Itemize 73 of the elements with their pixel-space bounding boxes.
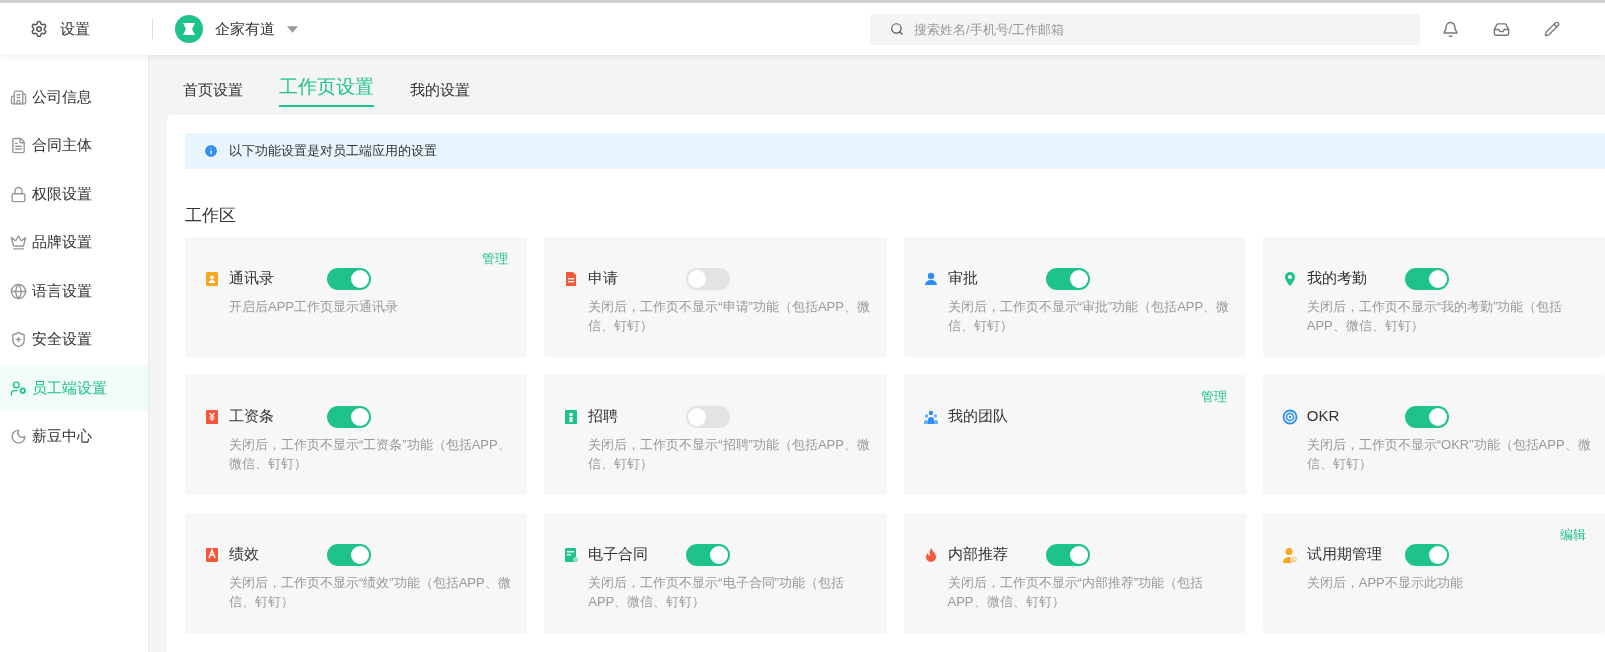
feature-name: 电子合同 bbox=[588, 544, 650, 565]
toggle-switch[interactable] bbox=[327, 267, 371, 290]
toggle-switch[interactable] bbox=[1045, 267, 1090, 290]
document-icon bbox=[10, 137, 27, 154]
feature-description: 关闭后，APP不显示此功能 bbox=[1306, 573, 1464, 592]
badge-person-icon bbox=[563, 408, 580, 425]
company-name[interactable]: 企家有道 bbox=[215, 17, 275, 41]
feature-description: 关闭后，工作页不显示“内部推荐”功能（包括APP、微信、钉钉） bbox=[947, 573, 1205, 611]
tab[interactable]: 我的设置 bbox=[410, 78, 470, 107]
yuan-note-icon bbox=[204, 408, 220, 425]
feature-name: 绩效 bbox=[229, 544, 260, 565]
caret-down-icon[interactable] bbox=[287, 25, 298, 33]
search-field[interactable]: 搜索姓名/手机号/工作邮箱 bbox=[870, 13, 1420, 45]
inbox-icon[interactable] bbox=[1493, 20, 1510, 38]
feature-name: 招聘 bbox=[588, 406, 620, 427]
globe-icon bbox=[10, 282, 27, 300]
edit-icon[interactable] bbox=[1544, 21, 1560, 37]
sidebar-item[interactable]: 语言设置 bbox=[0, 269, 148, 313]
notice-text: 以下功能设置是对员工端应用的设置 bbox=[229, 142, 437, 161]
feature-name: 工资条 bbox=[229, 406, 275, 427]
sidebar-item[interactable]: 公司信息 bbox=[0, 75, 148, 119]
contact-book-icon bbox=[204, 270, 220, 287]
building-icon bbox=[10, 88, 27, 106]
feature-name: 审批 bbox=[947, 268, 979, 289]
shield-icon bbox=[10, 331, 27, 348]
target-icon bbox=[1281, 408, 1298, 425]
person-clock-icon bbox=[1281, 546, 1298, 563]
sidebar-item[interactable]: 品牌设置 bbox=[0, 220, 148, 265]
tab[interactable]: 首页设置 bbox=[183, 78, 243, 107]
toggle-switch[interactable] bbox=[1404, 543, 1449, 566]
feature-description: 关闭后，工作页不显示“绩效”功能（包括APP、微信、钉钉） bbox=[229, 573, 512, 611]
team-icon bbox=[922, 408, 939, 425]
toggle-switch[interactable] bbox=[327, 543, 371, 566]
toggle-switch[interactable] bbox=[686, 543, 731, 566]
person-icon bbox=[922, 270, 939, 287]
feature-description: 关闭后，工作页不显示“我的考勤”功能（包括APP、微信、钉钉） bbox=[1306, 297, 1564, 335]
feature-name: OKR bbox=[1306, 406, 1341, 427]
toggle-switch[interactable] bbox=[1404, 267, 1449, 290]
feature-description: 关闭后，工作页不显示“电子合同”功能（包括APP、微信、钉钉） bbox=[588, 573, 845, 611]
toggle-switch[interactable] bbox=[686, 405, 731, 428]
sidebar-item[interactable]: 薪豆中心 bbox=[0, 414, 148, 459]
feature-description: 关闭后，工作页不显示“工资条”功能（包括APP、微信、钉钉） bbox=[229, 435, 512, 473]
info-icon bbox=[203, 143, 219, 159]
feature-name: 通讯录 bbox=[229, 268, 275, 289]
section-title: 工作区 bbox=[185, 205, 237, 227]
sidebar-item[interactable]: 合同主体 bbox=[0, 123, 148, 168]
feature-name: 申请 bbox=[588, 268, 620, 289]
page-title: 设置 bbox=[60, 18, 90, 39]
settings-icon bbox=[30, 20, 48, 38]
letter-a-card-icon bbox=[204, 546, 220, 563]
contract-icon bbox=[563, 546, 580, 563]
sidebar-item[interactable]: 权限设置 bbox=[0, 172, 148, 216]
feature-description: 关闭后，工作页不显示“OKR”功能（包括APP、微信、钉钉） bbox=[1306, 435, 1592, 473]
toggle-switch[interactable] bbox=[327, 405, 371, 428]
notification-bell-icon[interactable] bbox=[1442, 20, 1459, 38]
feature-name: 试用期管理 bbox=[1306, 544, 1383, 565]
toggle-switch[interactable] bbox=[1404, 405, 1449, 428]
crown-icon bbox=[10, 234, 27, 251]
sidebar-item[interactable]: 安全设置 bbox=[0, 317, 148, 362]
user-gear-icon bbox=[10, 379, 27, 397]
feature-name: 我的团队 bbox=[947, 406, 1009, 427]
search-icon bbox=[890, 22, 904, 36]
feature-name: 内部推荐 bbox=[947, 544, 1009, 565]
feature-description: 关闭后，工作页不显示“申请”功能（包括APP、微信、钉钉） bbox=[588, 297, 871, 335]
moon-icon bbox=[10, 428, 27, 445]
company-logo-icon bbox=[175, 15, 203, 43]
toggle-switch[interactable] bbox=[1045, 543, 1090, 566]
feature-description: 开启后APP工作页显示通讯录 bbox=[229, 297, 399, 316]
toggle-switch[interactable] bbox=[686, 267, 731, 290]
feature-description: 关闭后，工作页不显示“招聘”功能（包括APP、微信、钉钉） bbox=[588, 435, 871, 473]
feature-description: 关闭后，工作页不显示“审批”功能（包括APP、微信、钉钉） bbox=[947, 297, 1231, 335]
lock-icon bbox=[10, 185, 27, 203]
feature-name: 我的考勤 bbox=[1306, 268, 1368, 289]
